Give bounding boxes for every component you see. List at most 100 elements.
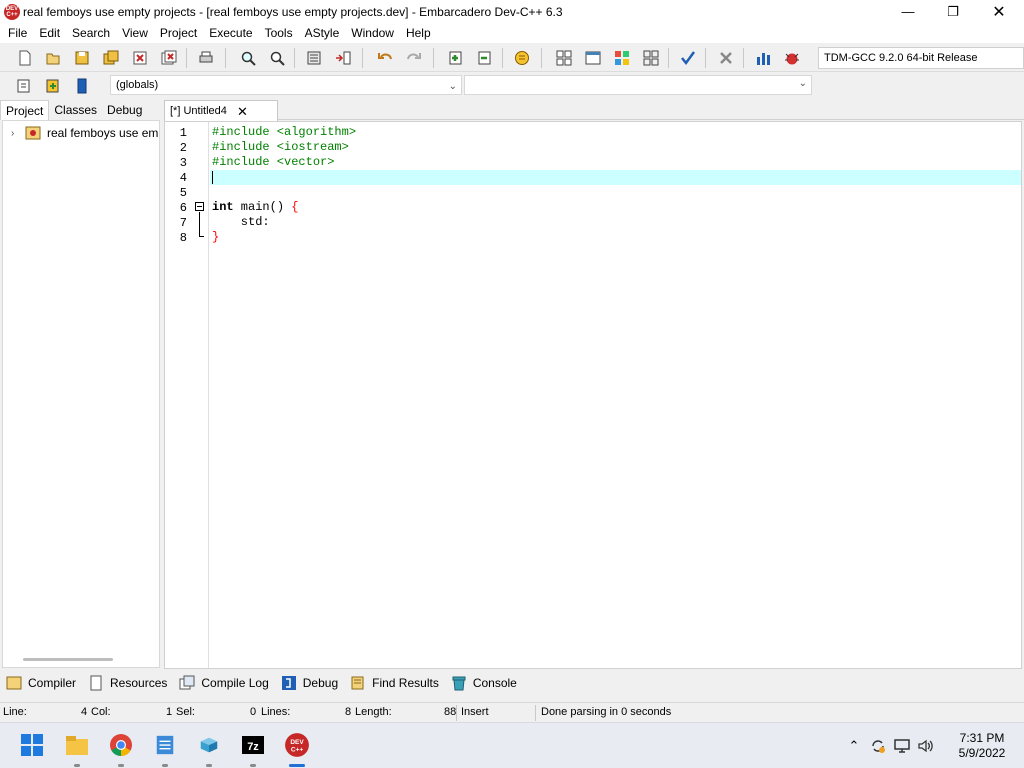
menu-file[interactable]: File <box>2 23 33 43</box>
toolbar-separator <box>433 48 434 68</box>
tab-project[interactable]: Project <box>0 100 50 120</box>
status-length-label: Length: <box>355 706 392 718</box>
status-col-label: Col: <box>91 706 111 718</box>
volume-icon[interactable] <box>917 737 935 755</box>
open-file-icon[interactable] <box>43 48 63 68</box>
project-options-icon[interactable] <box>512 48 532 68</box>
close-all-icon[interactable] <box>159 48 179 68</box>
tab-compile-log[interactable]: Compile Log <box>179 675 269 691</box>
status-mode: Insert <box>461 706 489 718</box>
menu-bar: File Edit Search View Project Execute To… <box>0 23 1024 43</box>
network-icon[interactable] <box>893 737 911 755</box>
unindent-icon[interactable] <box>333 48 353 68</box>
members-dropdown[interactable]: ⌄ <box>464 75 812 95</box>
window-title: real femboys use empty projects - [real … <box>23 4 563 19</box>
file-explorer-icon[interactable] <box>63 731 91 759</box>
7zip-icon[interactable]: 7z <box>239 731 267 759</box>
run-icon[interactable] <box>583 48 603 68</box>
close-file-icon[interactable] <box>130 48 150 68</box>
maximize-button[interactable]: ❐ <box>930 0 976 23</box>
menu-execute[interactable]: Execute <box>203 23 258 43</box>
devcpp-app-icon[interactable]: DEV C++ <box>4 3 20 20</box>
menu-edit[interactable]: Edit <box>33 23 66 43</box>
find-results-icon <box>351 676 364 690</box>
menu-project[interactable]: Project <box>154 23 203 43</box>
project-name: real femboys use empt <box>47 126 160 140</box>
print-icon[interactable] <box>196 48 216 68</box>
toolbar-separator <box>362 48 363 68</box>
tab-debug-output[interactable]: Debug <box>281 675 338 691</box>
status-message: Done parsing in 0 seconds <box>541 706 672 718</box>
save-all-icon[interactable] <box>101 48 121 68</box>
save-icon[interactable] <box>72 48 92 68</box>
console-icon <box>452 676 466 691</box>
tab-console[interactable]: Console <box>451 675 517 691</box>
menu-help[interactable]: Help <box>400 23 437 43</box>
menu-tools[interactable]: Tools <box>259 23 299 43</box>
project-node[interactable]: › real femboys use empt <box>11 125 160 141</box>
replace-icon[interactable] <box>267 48 287 68</box>
chrome-icon[interactable] <box>107 731 135 759</box>
devcpp-taskbar-icon[interactable]: DEV C++ <box>283 731 311 759</box>
undo-icon[interactable] <box>375 48 395 68</box>
tab-compiler[interactable]: Compiler <box>6 675 76 691</box>
tab-debug[interactable]: Debug <box>102 100 147 120</box>
project-icon <box>25 126 41 140</box>
syntax-check-icon[interactable] <box>678 48 698 68</box>
code-line: std: <box>212 215 270 229</box>
sandbox-icon[interactable] <box>195 731 223 759</box>
toolbar-separator <box>186 48 187 68</box>
debug-icon[interactable] <box>782 48 802 68</box>
status-line-value: 4 <box>81 706 88 718</box>
chevron-up-icon[interactable]: ⌃ <box>845 737 863 755</box>
code-text: main() <box>233 200 292 214</box>
add-to-project-icon[interactable] <box>446 48 466 68</box>
fold-toggle-icon[interactable] <box>195 202 204 211</box>
redo-icon[interactable] <box>404 48 424 68</box>
compile-icon[interactable] <box>554 48 574 68</box>
find-icon[interactable] <box>238 48 258 68</box>
new-file-icon[interactable] <box>15 48 35 68</box>
notepad-icon[interactable] <box>151 731 179 759</box>
code-editor[interactable]: 1 2 3 4 5 6 7 8 #include <algorithm> #in… <box>164 121 1022 669</box>
clock[interactable]: 7:31 PM 5/9/2022 <box>952 731 1012 761</box>
tab-untitled4[interactable]: [*] Untitled4 ✕ <box>164 100 278 121</box>
tab-resources[interactable]: Resources <box>88 675 167 691</box>
status-col-value: 1 <box>166 706 173 718</box>
close-button[interactable]: ✕ <box>976 0 1022 23</box>
line-number: 2 <box>179 141 187 155</box>
globals-dropdown[interactable]: (globals) ⌄ <box>110 75 462 95</box>
tab-classes[interactable]: Classes <box>49 100 102 120</box>
debug-icon <box>281 676 296 690</box>
menu-search[interactable]: Search <box>66 23 116 43</box>
stop-execution-icon[interactable] <box>716 48 736 68</box>
tab-label: Compile Log <box>201 676 269 690</box>
compile-run-icon[interactable] <box>612 48 632 68</box>
sync-icon[interactable] <box>869 737 887 755</box>
status-length-value: 88 <box>444 706 457 718</box>
status-sel-label: Sel: <box>176 706 195 718</box>
clock-time: 7:31 PM <box>959 731 1005 745</box>
insert-code-icon[interactable] <box>43 76 63 96</box>
close-tab-icon[interactable]: ✕ <box>237 104 248 120</box>
compiler-select[interactable]: TDM-GCC 9.2.0 64-bit Release <box>818 47 1024 69</box>
remove-from-project-icon[interactable] <box>475 48 495 68</box>
goto-declaration-icon[interactable] <box>14 76 34 96</box>
tab-find-results[interactable]: Find Results <box>350 675 439 691</box>
chevron-right-icon[interactable]: › <box>11 128 25 139</box>
minimize-button[interactable]: — <box>885 0 931 23</box>
status-lines-value: 8 <box>345 706 352 718</box>
bookmark-icon[interactable] <box>72 76 92 96</box>
indent-icon[interactable] <box>304 48 324 68</box>
menu-view[interactable]: View <box>116 23 154 43</box>
menu-window[interactable]: Window <box>345 23 400 43</box>
horizontal-scrollbar[interactable] <box>23 658 113 661</box>
profile-icon[interactable] <box>753 48 773 68</box>
code-line: #include <vector> <box>212 155 335 169</box>
rebuild-all-icon[interactable] <box>641 48 661 68</box>
menu-astyle[interactable]: AStyle <box>299 23 346 43</box>
svg-text:DEV: DEV <box>290 739 304 746</box>
toolbar-separator <box>705 48 706 68</box>
windows-start-icon[interactable] <box>18 731 46 759</box>
left-panel-tabs: Project Classes Debug <box>0 100 162 120</box>
